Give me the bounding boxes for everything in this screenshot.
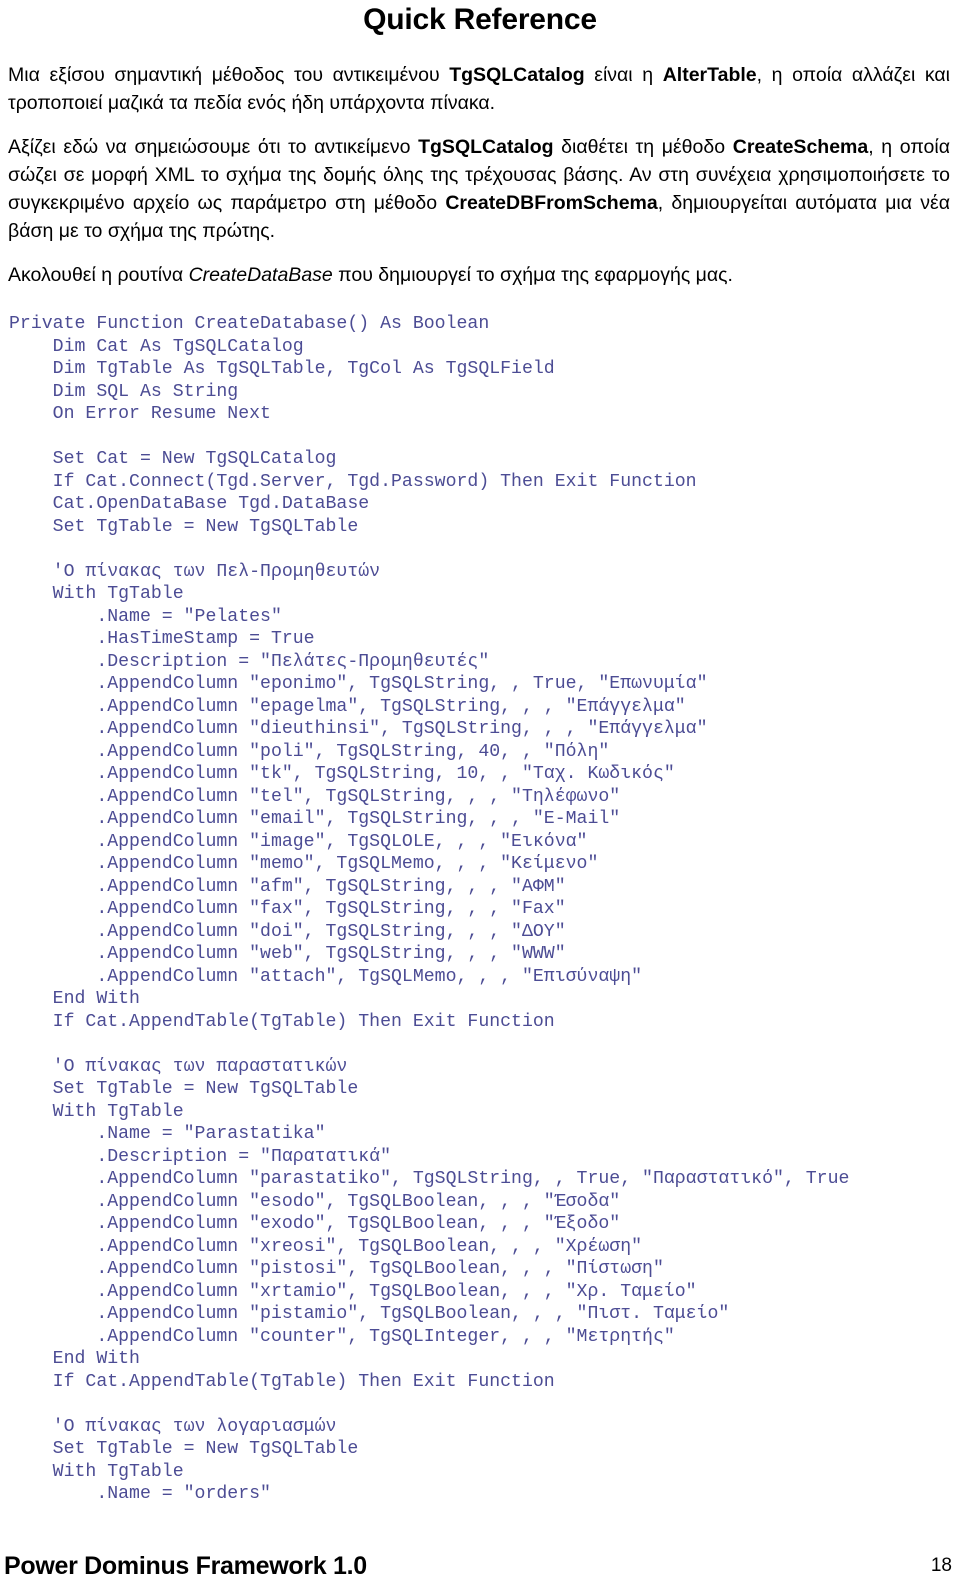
page-title: Quick Reference bbox=[363, 3, 597, 36]
p2-text-1: Αξίζει εδώ να σημειώσουμε ότι το αντικεί… bbox=[8, 136, 419, 158]
p2-text-2: διαθέτει τη μέθοδο bbox=[553, 136, 733, 158]
title-spacer bbox=[6, 37, 954, 61]
code-line: .AppendColumn "fax", TgSQLString, , , "F… bbox=[9, 899, 566, 919]
code-line: .AppendColumn "exodo", TgSQLBoolean, , ,… bbox=[9, 1214, 621, 1234]
code-line: .AppendColumn "memo", TgSQLMemo, , , "Κε… bbox=[9, 854, 599, 874]
code-line: .AppendColumn "xrtamio", TgSQLBoolean, ,… bbox=[9, 1281, 697, 1302]
code-line: .Name = "orders" bbox=[9, 1484, 271, 1504]
p2-bold-createdbfromschema: CreateDBFromSchema bbox=[445, 192, 658, 214]
code-line: .AppendColumn "image", TgSQLOLE, , , "Ει… bbox=[9, 831, 588, 852]
code-line: .AppendColumn "afm", TgSQLString, , , "Α… bbox=[9, 876, 566, 897]
intro-paragraph-3: Ακολουθεί η ρουτίνα CreateDataBase που δ… bbox=[6, 261, 954, 289]
code-line: .Description = "Παρατατικά" bbox=[9, 1146, 391, 1167]
p3-text-1: Ακολουθεί η ρουτίνα bbox=[8, 264, 189, 286]
p1-bold-tgsqlcatalog: TgSQLCatalog bbox=[449, 64, 585, 86]
code-line: On Error Resume Next bbox=[9, 404, 271, 424]
code-line: 'Ο πίνακας των λογαριασμών bbox=[9, 1416, 337, 1437]
footer-page-number: 18 bbox=[930, 1555, 952, 1576]
code-line: Dim SQL As String bbox=[9, 381, 239, 402]
code-line: .AppendColumn "counter", TgSQLInteger, ,… bbox=[9, 1326, 675, 1347]
code-line: If Cat.AppendTable(TgTable) Then Exit Fu… bbox=[9, 1371, 555, 1392]
code-line: .AppendColumn "pistamio", TgSQLBoolean, … bbox=[9, 1304, 730, 1324]
code-line: If Cat.Connect(Tgd.Server, Tgd.Password)… bbox=[9, 471, 697, 492]
code-line: Set TgTable = New TgSQLTable bbox=[9, 516, 359, 537]
code-line: .AppendColumn "email", TgSQLString, , , … bbox=[9, 809, 621, 829]
code-line: .AppendColumn "dieuthinsi", TgSQLString,… bbox=[9, 719, 708, 739]
code-line: Set Cat = New TgSQLCatalog bbox=[9, 449, 337, 469]
p3-italic-createdatabase: CreateDataBase bbox=[188, 264, 333, 286]
code-line: End With bbox=[9, 1349, 140, 1369]
code-line: .AppendColumn "tk", TgSQLString, 10, , "… bbox=[9, 764, 675, 784]
code-line: With TgTable bbox=[9, 1101, 184, 1122]
document-page: Quick Reference Μια εξίσου σημαντική μέθ… bbox=[0, 3, 960, 1588]
code-line: .AppendColumn "esodo", TgSQLBoolean, , ,… bbox=[9, 1191, 621, 1212]
code-block: Private Function CreateDatabase() As Boo… bbox=[6, 313, 954, 1506]
p1-text-1: Μια εξίσου σημαντική μέθοδος του αντικει… bbox=[8, 64, 450, 86]
code-line: .AppendColumn "web", TgSQLString, , , "W… bbox=[9, 944, 566, 964]
code-gap bbox=[6, 289, 954, 313]
code-line: Set TgTable = New TgSQLTable bbox=[9, 1439, 359, 1459]
code-line: With TgTable bbox=[9, 584, 184, 604]
code-line: .AppendColumn "attach", TgSQLMemo, , , "… bbox=[9, 966, 643, 987]
code-line: Set TgTable = New TgSQLTable bbox=[9, 1079, 359, 1099]
code-line: 'Ο πίνακας των Πελ-Προμηθευτών bbox=[9, 561, 381, 582]
intro-paragraph-1: Μια εξίσου σημαντική μέθοδος του αντικει… bbox=[6, 61, 954, 117]
code-line: Dim TgTable As TgSQLTable, TgCol As TgSQ… bbox=[9, 359, 555, 379]
code-line: .Name = "Parastatika" bbox=[9, 1124, 326, 1144]
p2-bold-createschema: CreateSchema bbox=[732, 136, 869, 158]
p1-bold-altertable: AlterTable bbox=[662, 64, 757, 86]
code-line: Private Function CreateDatabase() As Boo… bbox=[9, 314, 490, 334]
code-line: .AppendColumn "eponimo", TgSQLString, , … bbox=[9, 674, 708, 694]
code-line: .AppendColumn "tel", TgSQLString, , , "Τ… bbox=[9, 786, 621, 807]
code-line: .Description = "Πελάτες-Προμηθευτές" bbox=[9, 651, 490, 672]
p2-bold-tgsqlcatalog: TgSQLCatalog bbox=[418, 136, 554, 158]
code-line: .AppendColumn "poli", TgSQLString, 40, ,… bbox=[9, 741, 610, 762]
p3-text-2: που δημιουργεί το σχήμα της εφαρμογής μα… bbox=[332, 264, 733, 286]
code-line: .AppendColumn "epagelma", TgSQLString, ,… bbox=[9, 696, 686, 717]
code-line: With TgTable bbox=[9, 1461, 184, 1482]
code-line: 'Ο πίνακας των παραστατικών bbox=[9, 1056, 348, 1077]
code-line: If Cat.AppendTable(TgTable) Then Exit Fu… bbox=[9, 1011, 555, 1032]
intro-paragraph-2: Αξίζει εδώ να σημειώσουμε ότι το αντικεί… bbox=[6, 133, 954, 245]
code-line: .HasTimeStamp = True bbox=[9, 629, 315, 649]
paragraph-gap-1 bbox=[6, 117, 954, 133]
code-line: .AppendColumn "pistosi", TgSQLBoolean, ,… bbox=[9, 1259, 664, 1279]
footer-framework-name: Power Dominus Framework 1.0 bbox=[4, 1552, 367, 1580]
paragraph-gap-2 bbox=[6, 245, 954, 261]
p1-text-2: είναι η bbox=[584, 64, 663, 86]
code-line: Dim Cat As TgSQLCatalog bbox=[9, 336, 304, 357]
code-line: End With bbox=[9, 989, 140, 1009]
code-line: .AppendColumn "xreosi", TgSQLBoolean, , … bbox=[9, 1236, 643, 1257]
code-line: .AppendColumn "parastatiko", TgSQLString… bbox=[9, 1169, 850, 1189]
code-line: .Name = "Pelates" bbox=[9, 606, 282, 627]
page-footer: Power Dominus Framework 1.0 18 bbox=[0, 1552, 960, 1580]
code-line: Cat.OpenDataBase Tgd.DataBase bbox=[9, 494, 370, 514]
code-line: .AppendColumn "doi", TgSQLString, , , "Δ… bbox=[9, 921, 566, 942]
